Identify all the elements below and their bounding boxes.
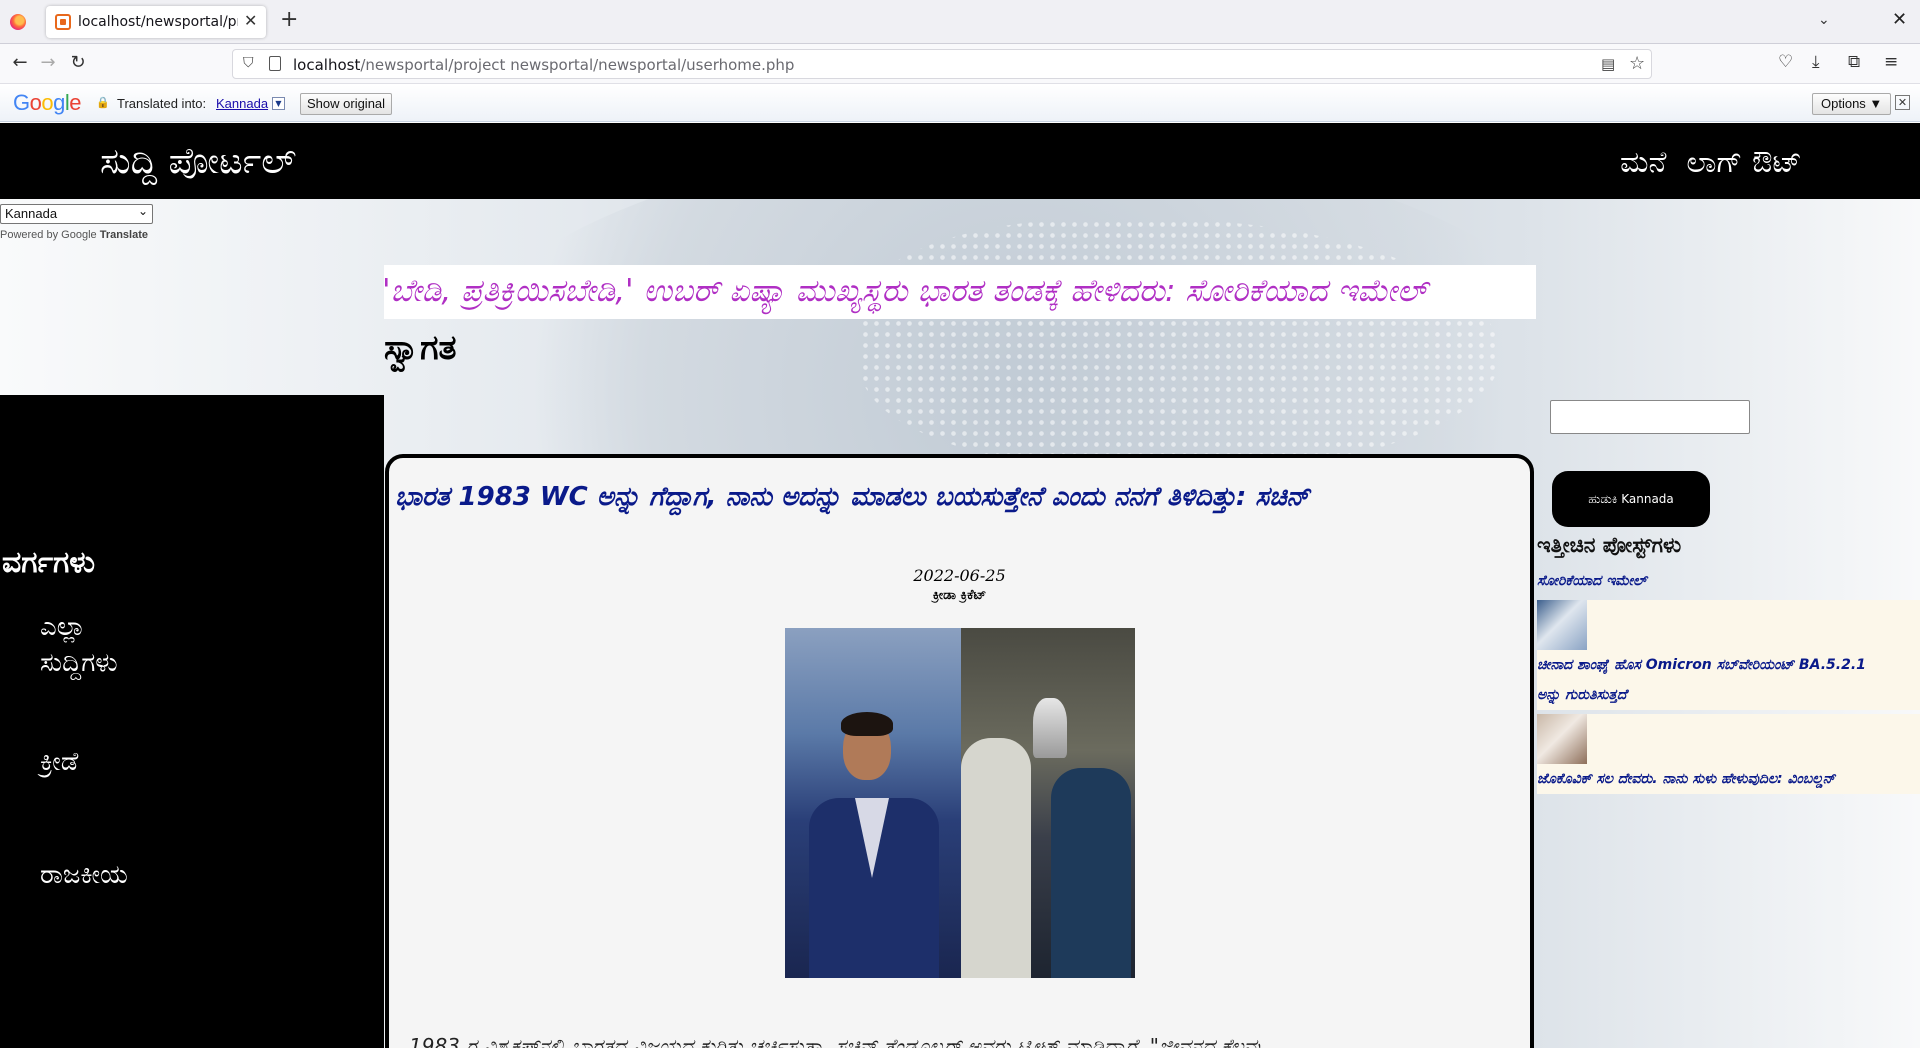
site-title[interactable]: ಸುದ್ದಿ ಪೋರ್ಟಲ್ xyxy=(100,141,296,183)
article-card: ಭಾರತ 1983 WC ಅನ್ನು ಗೆದ್ದಾಗ, ನಾನು ಅದನ್ನು … xyxy=(385,454,1534,1048)
firefox-icon[interactable] xyxy=(10,14,26,30)
recent-post-link[interactable]: ಸೋರಿಕೆಯಾದ ಇಮೇಲ್ xyxy=(1537,566,1920,596)
close-translate-bar-icon[interactable]: ✕ xyxy=(1895,95,1910,110)
categories-sidebar: ವರ್ಗಗಳು ಎಲ್ಲಾ ಸುದ್ದಿಗಳು ಕ್ರೀಡೆ ರಾಜಕೀಯ xyxy=(0,395,384,1048)
article-image-figure-right xyxy=(1051,768,1131,978)
new-tab-icon[interactable]: + xyxy=(280,9,298,31)
article-title[interactable]: ಭಾರತ 1983 WC ಅನ್ನು ಗೆದ್ದಾಗ, ನಾನು ಅದನ್ನು … xyxy=(395,482,1309,513)
recent-post-link[interactable]: ಜೊಕೊವಿಕ್ ಸಲ ದೇವರು. ನಾನು ಸುಳು ಹೇಳುವುದಿಲ: … xyxy=(1537,764,1920,794)
news-ticker-text[interactable]: 'ಬೇಡಿ, ಪ್ರತಿಕ್ರಿಯಿಸಬೇಡಿ,' ಉಬರ್ ಏಷ್ಯಾ ಮುಖ… xyxy=(384,273,1427,310)
shield-icon[interactable]: ⛉ xyxy=(243,55,254,71)
sidebar-item-sports[interactable]: ಕ್ರೀಡೆ xyxy=(40,740,78,784)
recent-posts-list: ಸೋರಿಕೆಯಾದ ಇಮೇಲ್ ಚೀನಾದ ಶಾಂಘೈ ಹೊಸ Omicron … xyxy=(1537,566,1920,794)
recent-post: ಚೀನಾದ ಶಾಂಘೈ ಹೊಸ Omicron ಸಬ್‌ವೇರಿಯಂಟ್ BA.… xyxy=(1537,600,1920,710)
show-original-button[interactable]: Show original xyxy=(300,93,393,115)
article-excerpt: 1983 ರ ವಿಶ್ವಕಪ್‌ನಲ್ಲಿ ಭಾರತದ ವಿಜಯದ ಕುರಿತು… xyxy=(409,1034,1260,1048)
nav-logout-link[interactable]: ಲಾಗ್ ಔಟ್ xyxy=(1686,145,1801,180)
recent-post-link[interactable]: ಚೀನಾದ ಶಾಂಘೈ ಹೊಸ Omicron ಸಬ್‌ವೇರಿಯಂಟ್ BA.… xyxy=(1537,650,1920,680)
sidebar-item-politics[interactable]: ರಾಜಕೀಯ xyxy=(40,853,128,897)
nav-home-link[interactable]: ಮನೆ xyxy=(1620,145,1666,180)
article-image-right xyxy=(961,628,1135,978)
translated-into-label: Translated into: xyxy=(117,96,207,111)
url-bar[interactable]: ⛉ localhost/newsportal/project newsporta… xyxy=(232,49,1652,79)
categories-heading: ವರ್ಗಗಳು xyxy=(2,545,96,580)
chevron-down-icon[interactable]: ⌄ xyxy=(1818,12,1830,28)
page-info-icon[interactable] xyxy=(269,56,281,71)
browser-nav-bar: ← → ↻ ⛉ localhost/newsportal/project new… xyxy=(0,44,1920,84)
reader-view-icon[interactable]: ▤ xyxy=(1601,55,1615,73)
tab-title: localhost/newsportal/pro xyxy=(78,14,238,30)
site-nav: ಮನೆ ಲಾಗ್ ಔಟ್ xyxy=(1620,145,1822,180)
recent-post-thumbnail[interactable] xyxy=(1537,600,1587,650)
powered-by-google-translate: Powered by Google Translate xyxy=(0,229,149,241)
article-image xyxy=(785,628,1135,978)
google-translate-bar: Google 🔒 Translated into: Kannada ▼ Show… xyxy=(0,85,1920,122)
recent-post: ಜೊಕೊವಿಕ್ ಸಲ ದೇವರು. ನಾನು ಸುಳು ಹೇಳುವುದಿಲ: … xyxy=(1537,714,1920,794)
reload-icon[interactable]: ↻ xyxy=(66,52,90,73)
menu-icon[interactable]: ≡ xyxy=(1884,52,1898,72)
site-header: ಸುದ್ದಿ ಪೋರ್ಟಲ್ ಮನೆ ಲಾಗ್ ಔಟ್ xyxy=(0,123,1920,199)
article-category: ಕ್ರೀಡಾ ಕ್ರಿಕೆಟ್ xyxy=(932,588,987,603)
search-input[interactable] xyxy=(1550,400,1750,434)
translate-options-button[interactable]: Options ▼ xyxy=(1812,93,1892,115)
bookmark-star-icon[interactable]: ☆ xyxy=(1629,53,1645,74)
translate-language-link[interactable]: Kannada xyxy=(216,96,268,111)
sidebar-item-news[interactable]: ಸುದ್ದಿಗಳು xyxy=(40,641,118,685)
article-image-left xyxy=(785,628,961,978)
recent-post-thumbnail[interactable] xyxy=(1537,714,1587,764)
article-image-figure-left xyxy=(961,738,1031,978)
back-icon[interactable]: ← xyxy=(8,52,32,73)
browser-tab[interactable]: localhost/newsportal/pro ✕ xyxy=(46,6,266,38)
window-close-icon[interactable]: ✕ xyxy=(1892,9,1907,30)
close-tab-icon[interactable]: ✕ xyxy=(244,11,257,30)
pocket-icon[interactable]: ♡ xyxy=(1778,52,1793,72)
browser-tab-bar: localhost/newsportal/pro ✕ + ⌄ ✕ xyxy=(0,0,1920,44)
google-logo: Google xyxy=(13,90,82,115)
download-icon[interactable]: ⤓ xyxy=(1812,52,1820,72)
recent-post-link[interactable]: ಅನ್ನು ಗುರುತಿಸುತ್ತದೆ xyxy=(1537,680,1920,710)
url-text[interactable]: localhost/newsportal/project newsportal/… xyxy=(293,56,794,74)
language-dropdown-icon[interactable]: ▼ xyxy=(272,97,285,110)
recent-posts-heading: ಇತ್ತೀಚಿನ ಪೋಸ್ಟ್‌ಗಳು xyxy=(1537,533,1682,557)
article-date: 2022-06-25 xyxy=(913,566,1006,585)
welcome-heading: ಸ್ವಾಗತ xyxy=(384,328,457,368)
extensions-icon[interactable]: ⧉ xyxy=(1848,52,1860,72)
forward-icon[interactable]: → xyxy=(36,52,60,73)
favicon-icon xyxy=(55,14,71,30)
article-image-hair xyxy=(841,712,893,736)
search-button[interactable]: ಹುಡುಕಿ Kannada xyxy=(1552,471,1710,527)
lock-icon: 🔒 xyxy=(96,96,110,109)
news-ticker: 'ಬೇಡಿ, ಪ್ರತಿಕ್ರಿಯಿಸಬೇಡಿ,' ಉಬರ್ ಏಷ್ಯಾ ಮುಖ… xyxy=(384,265,1536,319)
trophy-icon xyxy=(1033,698,1067,758)
translate-language-select[interactable]: Kannada xyxy=(0,202,153,224)
web-page: ಸುದ್ದಿ ಪೋರ್ಟಲ್ ಮನೆ ಲಾಗ್ ಔಟ್ Kannada Power… xyxy=(0,123,1920,1048)
